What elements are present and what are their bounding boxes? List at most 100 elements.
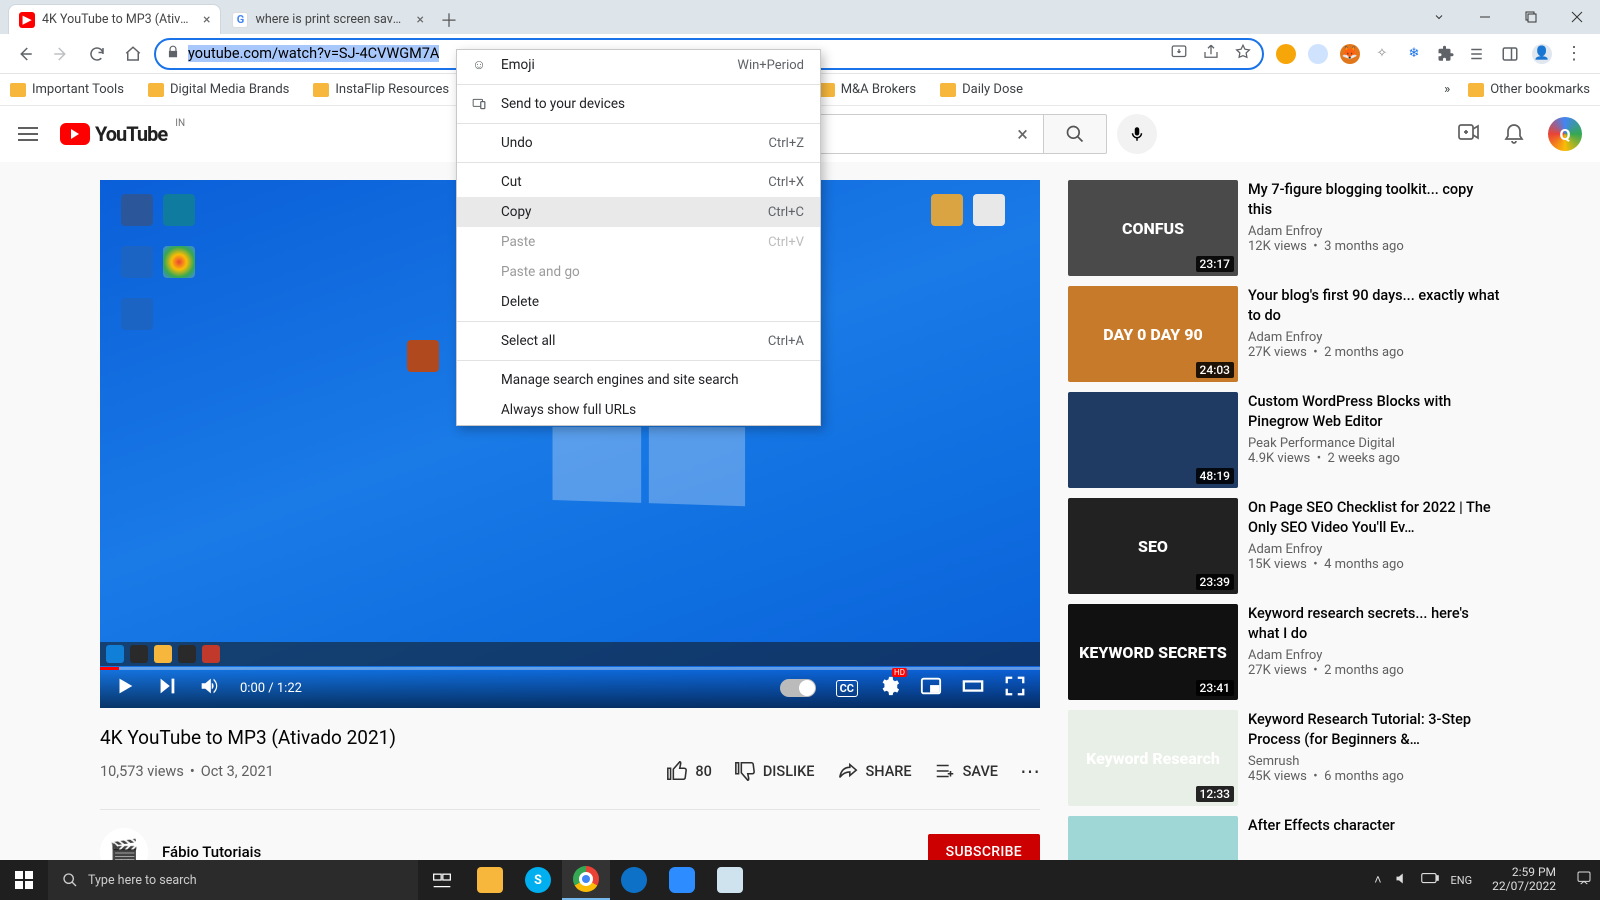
ctx-undo[interactable]: UndoCtrl+Z — [457, 128, 820, 158]
theater-icon[interactable] — [962, 675, 984, 701]
share-button[interactable]: SHARE — [837, 760, 912, 782]
zoom-icon[interactable] — [658, 860, 706, 900]
ctx-emoji[interactable]: ☺EmojiWin+Period — [457, 50, 820, 80]
bookmark-item[interactable]: Daily Dose — [940, 82, 1023, 97]
subscribe-button[interactable]: SUBSCRIBE — [928, 834, 1040, 860]
taskbar-clock[interactable]: 2:59 PM 22/07/2022 — [1484, 866, 1564, 894]
autoplay-toggle[interactable] — [780, 679, 816, 697]
profile-avatar-icon[interactable]: 👤 — [1532, 44, 1552, 64]
ctx-send-to-devices[interactable]: Send to your devices — [457, 89, 820, 119]
teamviewer-icon[interactable] — [610, 860, 658, 900]
maximize-button[interactable] — [1508, 0, 1554, 34]
lock-icon[interactable] — [166, 45, 180, 63]
bookmarks-overflow[interactable]: » — [1444, 82, 1450, 97]
side-panel-icon[interactable] — [1500, 44, 1520, 64]
close-tab-icon[interactable]: × — [416, 12, 423, 28]
install-app-icon[interactable] — [1170, 43, 1188, 65]
rec-title: Your blog's first 90 days... exactly wha… — [1248, 286, 1500, 325]
channel-avatar[interactable]: 🎬 — [100, 828, 148, 860]
recommendation-item[interactable]: After Effects character — [1068, 816, 1500, 860]
bookmark-item[interactable]: M&A Brokers — [819, 82, 916, 97]
recommendation-item[interactable]: Keyword Research12:33 Keyword Research T… — [1068, 710, 1500, 806]
bookmark-item[interactable]: InstaFlip Resources — [313, 82, 449, 97]
tray-battery-icon[interactable] — [1421, 872, 1439, 888]
desktop-icon — [400, 340, 446, 374]
other-bookmarks[interactable]: Other bookmarks — [1468, 82, 1590, 97]
recommendation-item[interactable]: SEO23:39 On Page SEO Checklist for 2022 … — [1068, 498, 1500, 594]
youtube-logo[interactable]: YouTube IN — [60, 122, 167, 146]
tab-search-button[interactable] — [1416, 0, 1462, 34]
ctx-manage-search-engines[interactable]: Manage search engines and site search — [457, 365, 820, 395]
create-icon[interactable] — [1456, 120, 1480, 148]
channel-name[interactable]: Fábio Tutoriais — [162, 843, 261, 860]
bookmark-star-icon[interactable] — [1234, 43, 1252, 65]
home-button[interactable] — [118, 39, 148, 69]
fullscreen-icon[interactable] — [1004, 675, 1026, 701]
share-page-icon[interactable] — [1202, 43, 1220, 65]
like-button[interactable]: 80 — [666, 760, 711, 782]
recommendation-item[interactable]: DAY 0 DAY 9024:03 Your blog's first 90 d… — [1068, 286, 1500, 382]
country-code: IN — [175, 118, 185, 129]
close-window-button[interactable] — [1554, 0, 1600, 34]
chrome-menu-icon[interactable]: ⋮ — [1564, 44, 1584, 64]
miniplayer-icon[interactable] — [920, 675, 942, 701]
rec-views: 27K views • 2 months ago — [1248, 345, 1500, 360]
reload-button[interactable] — [82, 39, 112, 69]
extension-icon[interactable]: ❄ — [1404, 44, 1424, 64]
notifications-icon[interactable] — [1502, 120, 1526, 148]
voice-search-icon[interactable] — [1117, 114, 1157, 154]
recommendation-item[interactable]: 48:19 Custom WordPress Blocks with Pineg… — [1068, 392, 1500, 488]
captions-button[interactable]: CC — [836, 680, 858, 697]
notification-center-icon[interactable] — [1576, 870, 1592, 890]
next-icon[interactable] — [156, 675, 178, 701]
bookmark-item[interactable]: Digital Media Brands — [148, 82, 289, 97]
minimize-button[interactable] — [1462, 0, 1508, 34]
windows-taskbar: Type here to search S ˄ ENG 2:59 PM 22/0… — [0, 860, 1600, 900]
clear-search-icon[interactable]: × — [1003, 114, 1043, 154]
play-icon[interactable] — [114, 675, 136, 701]
browser-tab-active[interactable]: ▶ 4K YouTube to MP3 (Ativado 202 × — [8, 4, 221, 34]
notepad-icon[interactable] — [706, 860, 754, 900]
ctx-cut[interactable]: CutCtrl+X — [457, 167, 820, 197]
dislike-button[interactable]: DISLIKE — [734, 760, 815, 782]
reading-list-icon[interactable] — [1468, 44, 1488, 64]
close-tab-icon[interactable]: × — [203, 12, 210, 28]
omnibox-action-icons — [1170, 43, 1252, 65]
settings-gear-icon[interactable]: HD — [878, 675, 900, 701]
rec-title: My 7-figure blogging toolkit... copy thi… — [1248, 180, 1500, 219]
account-avatar[interactable]: Q — [1548, 117, 1582, 151]
extension-icon[interactable]: 🦊 — [1340, 44, 1360, 64]
ctx-select-all[interactable]: Select allCtrl+A — [457, 326, 820, 356]
tray-volume-icon[interactable] — [1394, 871, 1409, 890]
bookmark-item[interactable]: Important Tools — [10, 82, 124, 97]
extension-icon[interactable]: ✧ — [1372, 44, 1392, 64]
recommendation-item[interactable]: KEYWORD SECRETS23:41 Keyword research se… — [1068, 604, 1500, 700]
browser-tab[interactable]: G where is print screen saved - Go × — [221, 4, 434, 34]
taskbar-search[interactable]: Type here to search — [48, 860, 418, 900]
file-explorer-icon[interactable] — [466, 860, 514, 900]
extension-icon[interactable] — [1276, 44, 1296, 64]
ctx-label: Send to your devices — [501, 96, 625, 112]
tab-strip: ▶ 4K YouTube to MP3 (Ativado 202 × G whe… — [0, 0, 463, 34]
ctx-delete[interactable]: Delete — [457, 287, 820, 317]
tray-language-icon[interactable]: ENG — [1451, 874, 1473, 887]
hamburger-menu-icon[interactable] — [18, 122, 42, 146]
recommendation-item[interactable]: CONFUS23:17 My 7-figure blogging toolkit… — [1068, 180, 1500, 276]
ctx-copy[interactable]: CopyCtrl+C — [457, 197, 820, 227]
extension-icon[interactable] — [1308, 44, 1328, 64]
forward-button[interactable] — [46, 39, 76, 69]
skype-icon[interactable]: S — [514, 860, 562, 900]
save-button[interactable]: SAVE — [934, 760, 998, 782]
task-view-icon[interactable] — [418, 860, 466, 900]
extensions-menu-icon[interactable] — [1436, 44, 1456, 64]
tray-chevron-icon[interactable]: ˄ — [1374, 873, 1381, 888]
search-button[interactable] — [1043, 114, 1107, 154]
back-button[interactable] — [10, 39, 40, 69]
ctx-always-show-full-urls[interactable]: Always show full URLs — [457, 395, 820, 425]
more-actions-icon[interactable]: ⋯ — [1020, 759, 1040, 783]
context-menu: ☺EmojiWin+Period Send to your devices Un… — [456, 49, 821, 426]
volume-icon[interactable] — [198, 675, 220, 701]
chrome-icon[interactable] — [562, 860, 610, 900]
new-tab-button[interactable]: ＋ — [435, 6, 463, 34]
start-button[interactable] — [0, 860, 48, 900]
